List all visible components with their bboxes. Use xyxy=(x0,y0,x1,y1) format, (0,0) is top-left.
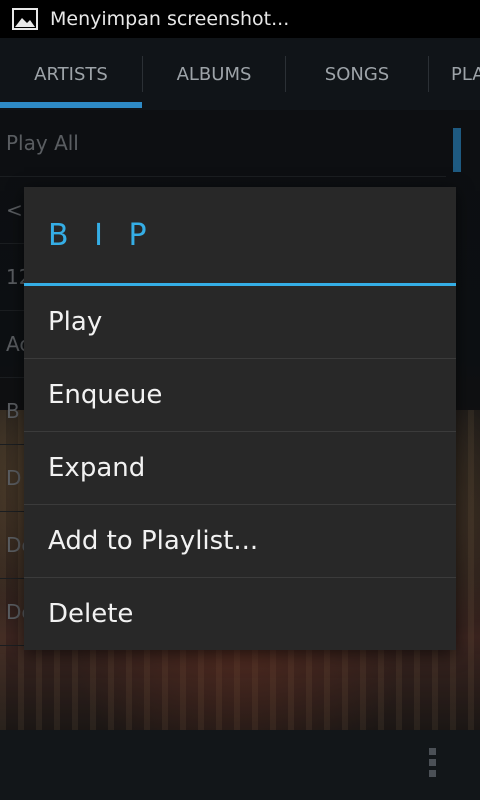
bottom-action-bar xyxy=(0,730,480,800)
menu-item-add-to-playlist[interactable]: Add to Playlist... xyxy=(24,505,456,578)
tab-songs[interactable]: SONGS xyxy=(286,38,428,110)
screenshot-notification-icon xyxy=(12,8,38,30)
status-bar: Menyimpan screenshot... xyxy=(0,0,480,38)
overflow-menu-icon[interactable] xyxy=(426,748,438,782)
menu-item-delete[interactable]: Delete xyxy=(24,578,456,650)
tab-albums[interactable]: ALBUMS xyxy=(143,38,285,110)
active-tab-indicator xyxy=(0,102,142,108)
menu-item-play[interactable]: Play xyxy=(24,286,456,359)
menu-item-expand[interactable]: Expand xyxy=(24,432,456,505)
tab-bar: ARTISTS ALBUMS SONGS PLA xyxy=(0,38,480,111)
context-menu-dialog: B I P Play Enqueue Expand Add to Playlis… xyxy=(24,187,456,650)
tab-artists[interactable]: ARTISTS xyxy=(0,38,142,110)
menu-item-enqueue[interactable]: Enqueue xyxy=(24,359,456,432)
dialog-title: B I P xyxy=(48,218,155,253)
notification-text: Menyimpan screenshot... xyxy=(50,8,290,30)
tab-playlists[interactable]: PLA xyxy=(429,38,480,110)
